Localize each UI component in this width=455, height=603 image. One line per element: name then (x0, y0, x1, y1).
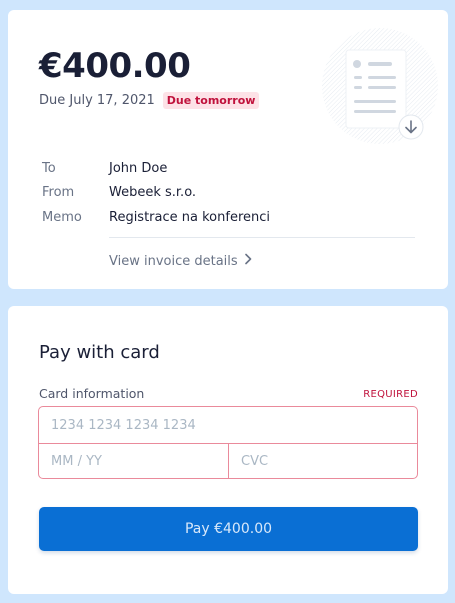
detail-row-from: From Webeek s.r.o. (42, 181, 270, 206)
due-date: Due July 17, 2021 (39, 93, 155, 108)
detail-value: Webeek s.r.o. (109, 185, 197, 201)
invoice-summary-card: €400.00 Due July 17, 2021 Due tomorrow T… (8, 10, 448, 289)
invoice-document-download-icon (322, 22, 442, 150)
invoice-amount: €400.00 (39, 46, 191, 86)
invoice-details: To John Doe From Webeek s.r.o. Memo Regi… (42, 156, 270, 230)
card-number-input[interactable] (39, 407, 417, 443)
view-invoice-details-link[interactable]: View invoice details (109, 253, 252, 269)
card-information-label: Card information (39, 386, 145, 401)
detail-label: From (42, 185, 75, 201)
detail-row-to: To John Doe (42, 156, 270, 181)
payment-card: Pay with card Card information REQUIRED … (8, 306, 448, 594)
pay-button[interactable]: Pay €400.00 (39, 507, 418, 551)
expiry-date-input[interactable] (39, 444, 228, 479)
due-status-badge: Due tomorrow (162, 92, 260, 109)
detail-label: Memo (42, 209, 82, 225)
chevron-right-icon (244, 253, 252, 269)
due-row: Due July 17, 2021 Due tomorrow (39, 92, 260, 109)
pay-with-card-title: Pay with card (39, 342, 160, 363)
detail-value: Registrace na konferenci (109, 209, 270, 225)
cvc-input[interactable] (229, 444, 417, 479)
divider (109, 237, 415, 238)
required-indicator: REQUIRED (363, 389, 418, 400)
detail-row-memo: Memo Registrace na konferenci (42, 205, 270, 230)
card-information-fields (38, 406, 418, 479)
view-invoice-details-label: View invoice details (109, 253, 238, 269)
detail-label: To (42, 160, 56, 176)
detail-value: John Doe (109, 160, 168, 176)
